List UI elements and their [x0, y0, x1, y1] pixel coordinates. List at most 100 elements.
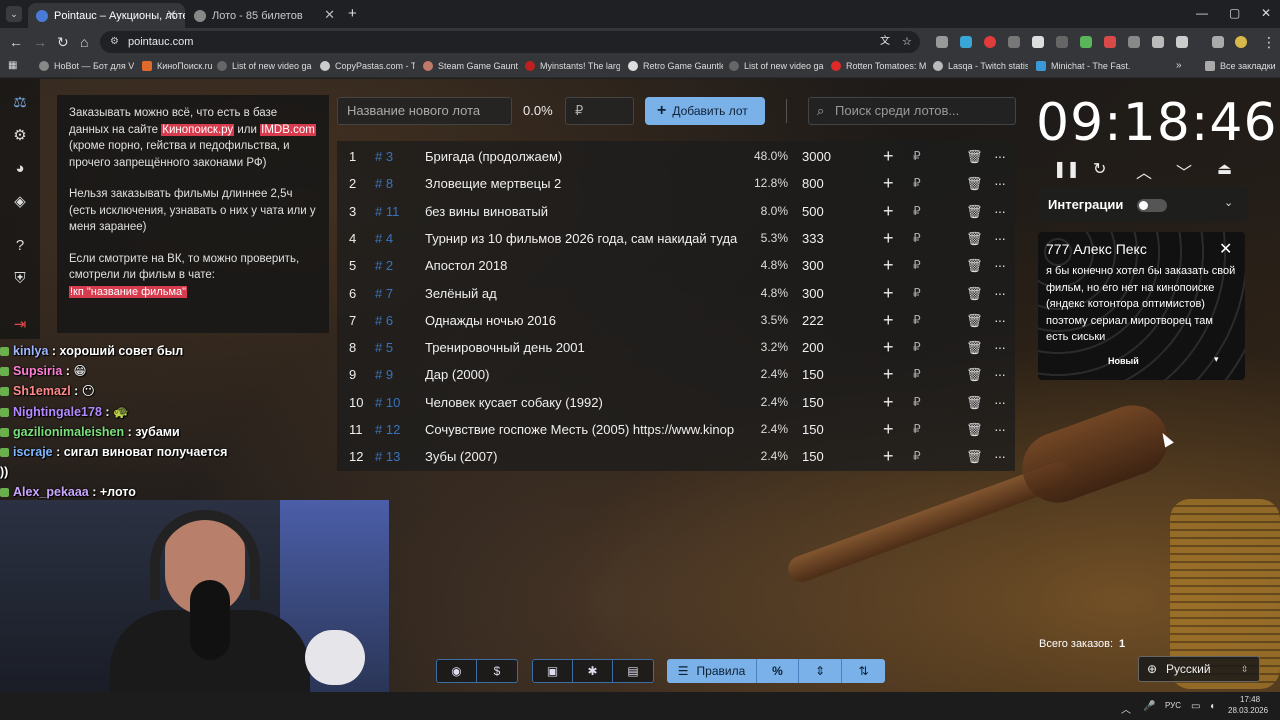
layers-icon[interactable]: ◈: [10, 192, 30, 212]
bookmark-item[interactable]: HoBot — Бот для V...: [39, 61, 134, 71]
bookmark-star-icon[interactable]: ☆: [902, 31, 912, 53]
monitor-icon[interactable]: ▭: [1191, 701, 1200, 712]
trash-icon[interactable]: 🗑: [966, 170, 983, 197]
lot-row[interactable]: 9 # 9 Дар (2000) 2.4% 150 + ₽ ··· 🗑: [337, 361, 1015, 388]
logout-icon[interactable]: ⇥: [10, 315, 30, 335]
bookmark-item[interactable]: КиноПоиск.ru: [142, 61, 214, 71]
lot-row[interactable]: 4 # 4 Турнир из 10 фильмов 2026 года, сам …: [337, 225, 1015, 252]
trash-icon[interactable]: 🗑: [966, 252, 983, 279]
trash-icon[interactable]: 🗑: [966, 334, 983, 361]
lot-row[interactable]: 3 # 11 без вины виноватый 8.0% 500 + ₽ ··· 🗑: [337, 198, 1015, 225]
lot-row[interactable]: 6 # 7 Зелёный ад 4.8% 300 + ₽ ··· 🗑: [337, 280, 1015, 307]
extension-icon[interactable]: [1080, 36, 1092, 48]
more-options-icon[interactable]: ···: [994, 252, 1006, 279]
more-options-icon[interactable]: ···: [994, 334, 1006, 361]
add-amount-icon[interactable]: +: [883, 361, 894, 388]
bookmark-item[interactable]: Rotten Tomatoes: M...: [831, 61, 926, 71]
reading-list-icon[interactable]: [1212, 36, 1224, 48]
shield-icon[interactable]: ⛨: [10, 269, 30, 289]
site-info-icon[interactable]: ⚙: [110, 31, 119, 53]
tab-pointauc[interactable]: Pointauc – Аукционы, лотерея ✕: [28, 3, 185, 28]
extension-icon[interactable]: [1032, 36, 1044, 48]
lot-search-input[interactable]: ⌕ Поиск среди лотов...: [808, 97, 1016, 125]
lot-name[interactable]: Однажды ночью 2016: [425, 307, 739, 334]
forward-icon[interactable]: →: [33, 34, 47, 50]
caret-down-icon[interactable]: ▾: [1214, 354, 1219, 365]
more-options-icon[interactable]: ···: [994, 443, 1006, 470]
more-options-icon[interactable]: ···: [994, 198, 1006, 225]
add-lot-button[interactable]: + Добавить лот: [645, 97, 765, 125]
lot-name[interactable]: без вины виноватый: [425, 198, 739, 225]
extension-icon[interactable]: [1056, 36, 1068, 48]
profile-avatar-icon[interactable]: [1235, 36, 1247, 48]
decrease-time-icon[interactable]: ﹀: [1176, 159, 1192, 183]
more-options-icon[interactable]: ···: [994, 170, 1006, 197]
chevron-down-icon[interactable]: ⌄: [1224, 196, 1233, 209]
bookmark-item[interactable]: Retro Game Gauntlet: [628, 61, 723, 71]
bug-icon[interactable]: ✱: [573, 660, 613, 682]
more-options-icon[interactable]: ···: [994, 225, 1006, 252]
extension-icon[interactable]: [1152, 36, 1164, 48]
menu-dots-icon[interactable]: ⋮: [1262, 34, 1276, 51]
new-lot-input[interactable]: Название нового лота: [337, 97, 512, 125]
extension-icon[interactable]: [936, 36, 948, 48]
rules-button[interactable]: ☰ Правила: [667, 659, 757, 683]
add-amount-icon[interactable]: +: [883, 170, 894, 197]
ruble-input[interactable]: ₽: [913, 252, 921, 279]
gavel-icon[interactable]: ⚖: [10, 93, 30, 113]
puzzle-extensions-icon[interactable]: [1176, 36, 1188, 48]
add-amount-icon[interactable]: +: [883, 334, 894, 361]
donate-dollar-icon[interactable]: $: [477, 660, 517, 682]
language-select[interactable]: ⊕ Русский ⇳: [1138, 656, 1260, 682]
bookmark-item[interactable]: List of new video ga...: [729, 61, 824, 71]
maximize-icon[interactable]: ▢: [1229, 6, 1240, 20]
clock-date[interactable]: 28.03.2026: [1228, 706, 1268, 715]
trash-icon[interactable]: 🗑: [966, 443, 983, 470]
github-icon[interactable]: ◉: [437, 660, 477, 682]
more-options-icon[interactable]: ···: [994, 307, 1006, 334]
ruble-input[interactable]: ₽: [913, 389, 921, 416]
reload-icon[interactable]: ↻: [57, 34, 69, 51]
add-amount-icon[interactable]: +: [883, 307, 894, 334]
more-bookmarks-icon[interactable]: »: [1176, 60, 1182, 71]
ruble-input[interactable]: ₽: [913, 307, 921, 334]
bookmark-item[interactable]: List of new video ga...: [217, 61, 312, 71]
sort-icon[interactable]: ⇅: [842, 659, 885, 683]
volume-icon[interactable]: ◖: [1209, 701, 1215, 712]
extension-icon[interactable]: [960, 36, 972, 48]
trash-icon[interactable]: 🗑: [966, 361, 983, 388]
back-icon[interactable]: ←: [9, 34, 23, 50]
close-icon[interactable]: ✕: [1219, 239, 1232, 259]
lot-name[interactable]: Турнир из 10 фильмов 2026 года, сам наки…: [425, 225, 739, 252]
lot-row[interactable]: 2 # 8 Зловещие мертвецы 2 12.8% 800 + ₽ ··· 🗑: [337, 170, 1015, 197]
extension-icon[interactable]: [984, 36, 996, 48]
lot-row[interactable]: 5 # 2 Апостол 2018 4.8% 300 + ₽ ··· 🗑: [337, 252, 1015, 279]
lot-name[interactable]: Зловещие мертвецы 2: [425, 170, 739, 197]
imdb-link[interactable]: IMDB.com: [260, 123, 316, 136]
ruble-input[interactable]: ₽: [913, 443, 921, 470]
lot-row[interactable]: 7 # 6 Однажды ночью 2016 3.5% 222 + ₽ ··· 🗑: [337, 307, 1015, 334]
add-amount-icon[interactable]: +: [883, 416, 894, 443]
new-tab-button[interactable]: +: [348, 5, 357, 22]
trash-icon[interactable]: 🗑: [966, 225, 983, 252]
ruble-input[interactable]: ₽: [913, 225, 921, 252]
bookmark-item[interactable]: CopyPastas.com - T...: [320, 61, 415, 71]
ruble-input[interactable]: ₽: [913, 170, 921, 197]
translate-icon[interactable]: 文: [880, 31, 890, 53]
address-bar[interactable]: ⚙ pointauc.com 文 ☆: [100, 31, 920, 53]
percent-toggle[interactable]: %: [757, 659, 799, 683]
reset-icon[interactable]: ↻: [1093, 159, 1106, 179]
compact-icon[interactable]: ⇕: [799, 659, 842, 683]
add-amount-icon[interactable]: +: [883, 198, 894, 225]
collapse-timer-icon[interactable]: ⏏: [1217, 159, 1232, 179]
settings-gear-icon[interactable]: ⚙: [10, 126, 30, 146]
lot-name[interactable]: Сочувствие госпоже Месть (2005) https://…: [425, 416, 739, 443]
more-options-icon[interactable]: ···: [994, 389, 1006, 416]
microphone-icon[interactable]: 🎤: [1143, 701, 1155, 712]
save-icon[interactable]: ▣: [533, 660, 573, 682]
add-amount-icon[interactable]: +: [883, 225, 894, 252]
trash-icon[interactable]: 🗑: [966, 198, 983, 225]
more-options-icon[interactable]: ···: [994, 143, 1006, 170]
trash-icon[interactable]: 🗑: [966, 416, 983, 443]
lot-row[interactable]: 11 # 12 Сочувствие госпоже Месть (2005) ht…: [337, 416, 1015, 443]
